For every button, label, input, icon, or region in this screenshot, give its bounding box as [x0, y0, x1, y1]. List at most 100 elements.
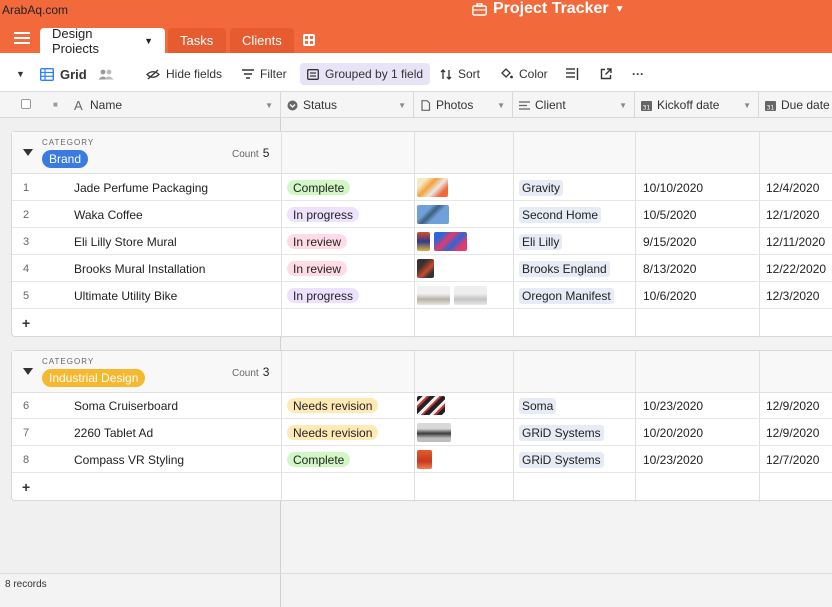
photo-thumbnail[interactable]	[417, 396, 445, 415]
collapse-toggle-icon[interactable]	[23, 149, 33, 156]
photo-thumbnail[interactable]	[417, 259, 434, 278]
photo-thumbnail[interactable]	[417, 286, 450, 305]
column-header-client[interactable]: Client ▼	[513, 92, 635, 118]
cell-status[interactable]: In progress	[287, 201, 360, 228]
cell-kickoff-date[interactable]: 8/13/2020	[643, 255, 696, 282]
cell-due-date[interactable]: 12/7/2020	[766, 446, 819, 473]
cell-status[interactable]: Complete	[287, 446, 351, 473]
column-header-name[interactable]: ■ A Name ▼	[0, 92, 281, 118]
share-view-button[interactable]	[600, 63, 612, 85]
collaborators-button[interactable]	[98, 63, 114, 85]
filter-button[interactable]: Filter	[242, 63, 287, 85]
cell-due-date[interactable]: 12/3/2020	[766, 282, 819, 309]
photo-thumbnail[interactable]	[417, 232, 430, 251]
cell-kickoff-date[interactable]: 10/5/2020	[643, 201, 696, 228]
cell-photos[interactable]	[417, 255, 438, 282]
cell-due-date[interactable]: 12/4/2020	[766, 174, 819, 201]
cell-photos[interactable]	[417, 446, 436, 473]
cell-name[interactable]: Eli Lilly Store Mural	[74, 228, 177, 255]
cell-client[interactable]: Gravity	[519, 174, 564, 201]
hamburger-menu-icon[interactable]	[14, 32, 30, 46]
cell-photos[interactable]	[417, 201, 453, 228]
sort-button[interactable]: Sort	[440, 63, 480, 85]
base-title[interactable]: Project Tracker ▼	[472, 0, 625, 18]
cell-kickoff-date[interactable]: 10/23/2020	[643, 446, 703, 473]
cell-due-date[interactable]: 12/11/2020	[766, 228, 825, 255]
cell-name[interactable]: Compass VR Styling	[74, 446, 184, 473]
cell-photos[interactable]	[417, 228, 471, 255]
select-all-checkbox[interactable]	[21, 99, 31, 109]
view-switcher[interactable]: Grid	[40, 63, 87, 85]
cell-photos[interactable]	[417, 419, 455, 446]
row-height-button[interactable]	[566, 63, 579, 85]
cell-client[interactable]: Brooks England	[519, 255, 610, 282]
cell-kickoff-date[interactable]: 10/23/2020	[643, 392, 703, 419]
cell-due-date[interactable]: 12/9/2020	[766, 419, 819, 446]
tab-design-projects[interactable]: Design Projects ▼	[40, 26, 165, 56]
cell-client[interactable]: Oregon Manifest	[519, 282, 614, 309]
photo-thumbnail[interactable]	[417, 205, 449, 224]
cell-due-date[interactable]: 12/22/2020	[766, 255, 826, 282]
chevron-down-icon[interactable]: ▼	[398, 101, 406, 110]
group-button[interactable]: Grouped by 1 field	[300, 63, 431, 85]
chevron-down-icon[interactable]: ▼	[497, 101, 505, 110]
table-row[interactable]: 1 Jade Perfume Packaging Complete Gravit…	[12, 174, 832, 201]
more-options-button[interactable]: ···	[632, 63, 644, 85]
table-row[interactable]: 2 Waka Coffee In progress Second Home 10…	[12, 201, 832, 228]
table-row[interactable]: 3 Eli Lilly Store Mural In review Eli Li…	[12, 228, 832, 255]
photo-thumbnail[interactable]	[417, 178, 448, 197]
cell-photos[interactable]	[417, 392, 449, 419]
chevron-down-icon[interactable]: ▼	[265, 101, 273, 110]
cell-name[interactable]: Waka Coffee	[74, 201, 143, 228]
cell-kickoff-date[interactable]: 9/15/2020	[643, 228, 696, 255]
hide-fields-button[interactable]: Hide fields	[146, 63, 222, 85]
chevron-down-icon[interactable]: ▼	[144, 36, 153, 46]
cell-kickoff-date[interactable]: 10/6/2020	[643, 282, 696, 309]
table-row[interactable]: 5 Ultimate Utility Bike In progress Oreg…	[12, 282, 832, 309]
photo-thumbnail[interactable]	[454, 286, 487, 305]
add-record-row[interactable]: +	[12, 309, 832, 336]
column-header-status[interactable]: Status ▼	[281, 92, 414, 118]
chevron-down-icon[interactable]: ▼	[619, 101, 627, 110]
cell-name[interactable]: Ultimate Utility Bike	[74, 282, 177, 309]
cell-name[interactable]: Jade Perfume Packaging	[74, 174, 208, 201]
collapse-toggle-icon[interactable]	[23, 368, 33, 375]
cell-name[interactable]: Brooks Mural Installation	[74, 255, 205, 282]
column-header-kickoff-date[interactable]: 31 Kickoff date ▼	[635, 92, 759, 118]
cell-status[interactable]: Needs revision	[287, 392, 379, 419]
tab-tasks[interactable]: Tasks	[168, 28, 226, 53]
color-button[interactable]: Color	[500, 63, 548, 85]
group-header[interactable]: CATEGORY Brand Count 5	[12, 132, 832, 174]
table-row[interactable]: 6 Soma Cruiserboard Needs revision Soma …	[12, 392, 832, 419]
cell-photos[interactable]	[417, 282, 491, 309]
table-row[interactable]: 8 Compass VR Styling Complete GRiD Syste…	[12, 446, 832, 473]
cell-due-date[interactable]: 12/1/2020	[766, 201, 819, 228]
cell-photos[interactable]	[417, 174, 452, 201]
views-toggle[interactable]: ▼	[16, 63, 25, 85]
photo-thumbnail[interactable]	[417, 423, 451, 442]
cell-client[interactable]: GRiD Systems	[519, 446, 604, 473]
cell-status[interactable]: Complete	[287, 174, 351, 201]
group-header[interactable]: CATEGORY Industrial Design Count 3	[12, 351, 832, 393]
cell-kickoff-date[interactable]: 10/20/2020	[643, 419, 703, 446]
add-record-row[interactable]: +	[12, 473, 832, 500]
table-row[interactable]: 7 2260 Tablet Ad Needs revision GRiD Sys…	[12, 419, 832, 446]
photo-thumbnail[interactable]	[417, 450, 432, 469]
column-header-due-date[interactable]: 31 Due date	[759, 92, 832, 118]
cell-name[interactable]: 2260 Tablet Ad	[74, 419, 153, 446]
cell-client[interactable]: GRiD Systems	[519, 419, 604, 446]
table-row[interactable]: 4 Brooks Mural Installation In review Br…	[12, 255, 832, 282]
cell-status[interactable]: In review	[287, 228, 348, 255]
cell-client[interactable]: Second Home	[519, 201, 602, 228]
cell-name[interactable]: Soma Cruiserboard	[74, 392, 178, 419]
column-header-photos[interactable]: Photos ▼	[414, 92, 513, 118]
cell-status[interactable]: Needs revision	[287, 419, 379, 446]
chevron-down-icon[interactable]: ▼	[743, 101, 751, 110]
cell-client[interactable]: Eli Lilly	[519, 228, 563, 255]
cell-client[interactable]: Soma	[519, 392, 557, 419]
add-table-icon[interactable]	[303, 34, 315, 46]
cell-due-date[interactable]: 12/9/2020	[766, 392, 819, 419]
cell-kickoff-date[interactable]: 10/10/2020	[643, 174, 703, 201]
photo-thumbnail[interactable]	[434, 232, 467, 251]
tab-clients[interactable]: Clients	[230, 28, 294, 53]
